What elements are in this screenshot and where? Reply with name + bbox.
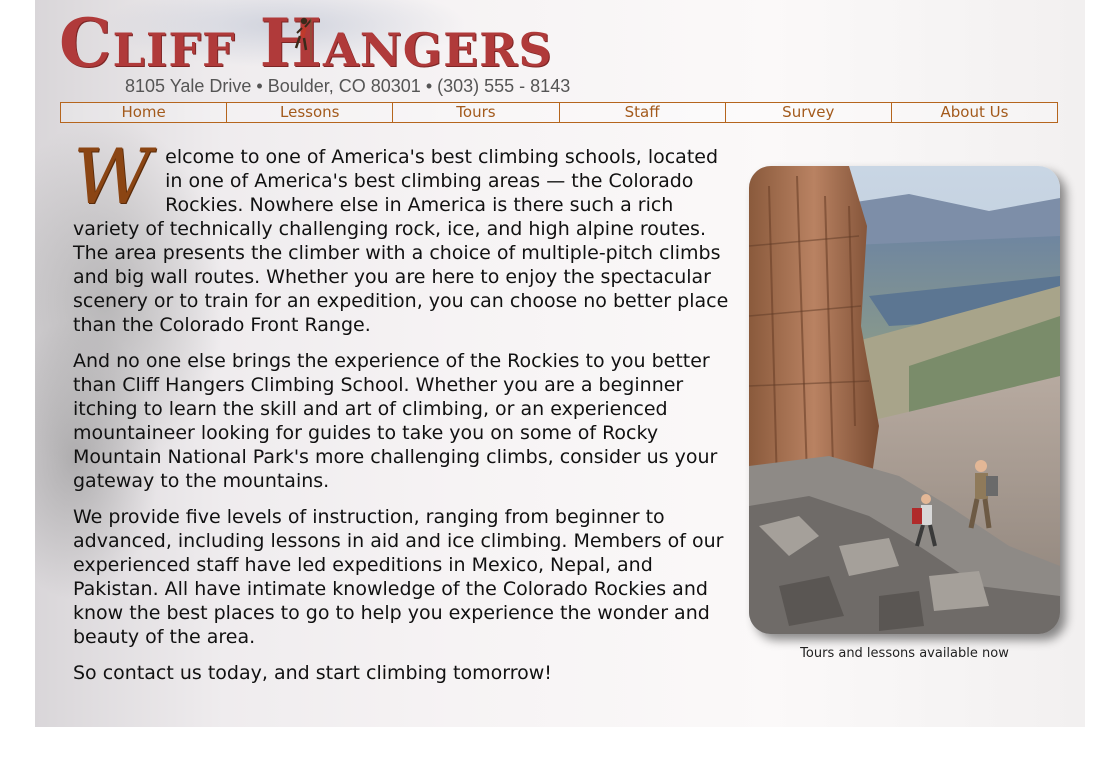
nav-home[interactable]: Home <box>61 103 226 122</box>
instruction-paragraph: We provide five levels of instruction, r… <box>73 506 724 648</box>
nav-survey[interactable]: Survey <box>724 103 891 122</box>
closing-paragraph: So contact us today, and start climbing … <box>73 662 552 684</box>
climber-icon <box>294 17 312 60</box>
climbing-photo <box>749 166 1060 634</box>
nav-staff[interactable]: Staff <box>558 103 725 122</box>
nav-about-us[interactable]: About Us <box>890 103 1057 122</box>
drop-cap: W <box>73 132 152 221</box>
site-header: Cliff Hangers 8105 Yale Drive • Boulder,… <box>35 0 1085 100</box>
photo-caption: Tours and lessons available now <box>800 646 1009 661</box>
nav-tours[interactable]: Tours <box>392 103 558 122</box>
intro-text: elcome to one of America's best climbing… <box>73 146 729 336</box>
experience-paragraph: And no one else brings the experience of… <box>73 350 718 492</box>
main-content: Welcome to one of America's best climbin… <box>73 132 733 697</box>
page: Cliff Hangers 8105 Yale Drive • Boulder,… <box>35 0 1085 727</box>
intro-paragraph: Welcome to one of America's best climbin… <box>73 132 733 337</box>
nav-lessons[interactable]: Lessons <box>226 103 392 122</box>
main-nav: Home Lessons Tours Staff Survey About Us <box>60 102 1058 123</box>
climbing-photo-image <box>749 166 1060 634</box>
site-address: 8105 Yale Drive • Boulder, CO 80301 • (3… <box>125 76 571 96</box>
